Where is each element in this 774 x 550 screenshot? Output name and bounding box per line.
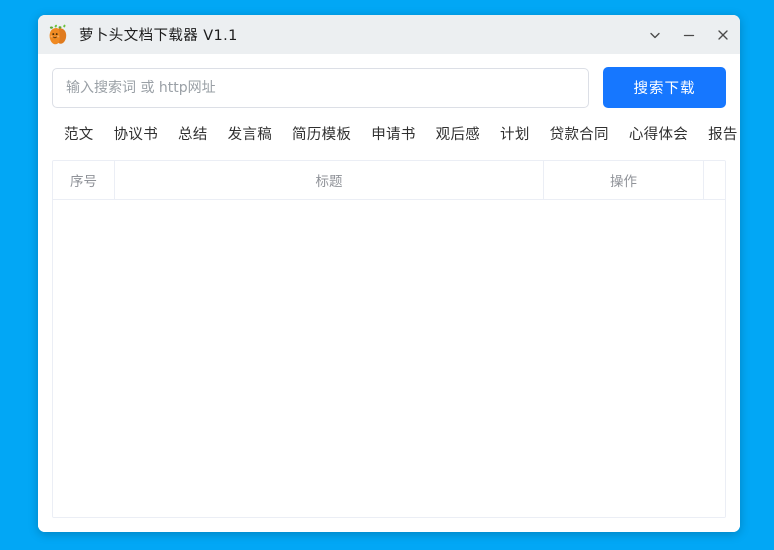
carrot-icon bbox=[49, 24, 67, 44]
tag-xieyishu[interactable]: 协议书 bbox=[104, 121, 168, 146]
tag-guanhougan[interactable]: 观后感 bbox=[426, 121, 490, 146]
search-download-button[interactable]: 搜索下载 bbox=[603, 67, 726, 108]
tag-jianlimoban[interactable]: 简历模板 bbox=[282, 121, 361, 146]
search-input[interactable] bbox=[52, 67, 589, 108]
window-body: 搜索下载 范文 协议书 总结 发言稿 简历模板 申请书 观后感 计划 贷款合同 … bbox=[38, 54, 740, 532]
column-header-index: 序号 bbox=[53, 161, 115, 199]
search-bar: 搜索下载 bbox=[52, 67, 726, 108]
tag-fayangao[interactable]: 发言稿 bbox=[218, 121, 282, 146]
window-controls bbox=[638, 15, 740, 54]
scrollbar-gutter bbox=[704, 161, 725, 199]
results-table: 序号 标题 操作 bbox=[52, 160, 726, 518]
tag-xindetihui[interactable]: 心得体会 bbox=[619, 121, 698, 146]
column-header-action: 操作 bbox=[544, 161, 704, 199]
minus-icon bbox=[683, 34, 695, 36]
app-window: 萝卜头文档下载器 V1.1 输入搜索词 或 http网址 搜索下载 范文 协议书… bbox=[38, 15, 740, 532]
minimize-to-tray-button[interactable] bbox=[638, 15, 672, 54]
table-header-row: 序号 标题 操作 bbox=[53, 161, 725, 200]
window-title: 萝卜头文档下载器 V1.1 bbox=[79, 28, 238, 44]
tag-zongjie[interactable]: 总结 bbox=[168, 121, 218, 146]
minimize-button[interactable] bbox=[672, 15, 706, 54]
tag-shenqingshu[interactable]: 申请书 bbox=[361, 121, 425, 146]
close-button[interactable] bbox=[706, 15, 740, 54]
close-icon bbox=[718, 29, 728, 40]
category-tag-list: 范文 协议书 总结 发言稿 简历模板 申请书 观后感 计划 贷款合同 心得体会 … bbox=[52, 121, 737, 146]
tag-daikuanhetong[interactable]: 贷款合同 bbox=[540, 121, 619, 146]
tag-jihua[interactable]: 计划 bbox=[490, 121, 540, 146]
chevron-down-icon bbox=[650, 32, 660, 38]
table-body[interactable] bbox=[53, 200, 725, 517]
column-header-title: 标题 bbox=[115, 161, 544, 199]
tag-baogao[interactable]: 报告 bbox=[698, 121, 740, 146]
tag-fanwen[interactable]: 范文 bbox=[54, 121, 104, 146]
title-bar[interactable]: 萝卜头文档下载器 V1.1 bbox=[38, 15, 740, 54]
